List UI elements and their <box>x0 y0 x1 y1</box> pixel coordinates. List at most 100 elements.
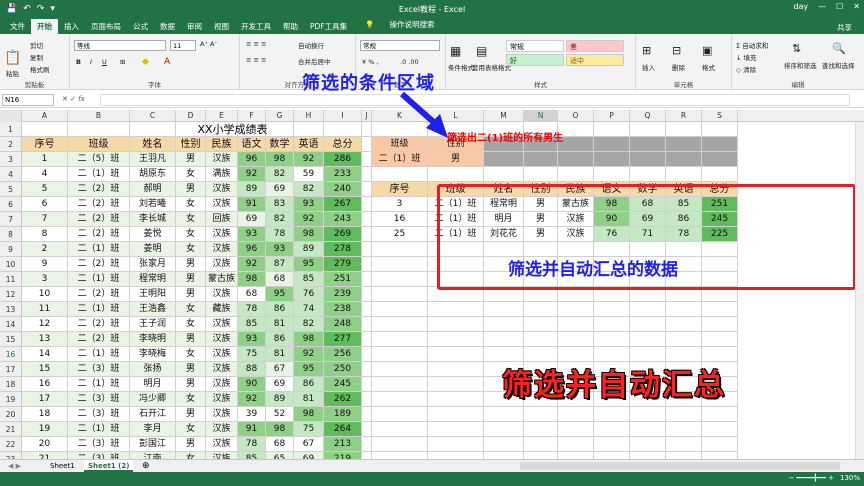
table-cell[interactable]: 69 <box>266 377 294 392</box>
grid-cell[interactable] <box>362 242 372 257</box>
table-cell[interactable]: 汉族 <box>206 257 238 272</box>
grid-cell[interactable] <box>702 422 738 437</box>
grid-cell[interactable] <box>702 122 738 137</box>
grid-cell[interactable] <box>666 332 702 347</box>
grid-cell[interactable] <box>666 317 702 332</box>
table-cell[interactable]: 8 <box>22 227 68 242</box>
row-header-12[interactable]: 12 <box>0 287 22 302</box>
table-cell[interactable]: 213 <box>324 437 362 452</box>
table-cell[interactable]: 程常明 <box>130 272 176 287</box>
maximize-icon[interactable]: ☐ <box>836 2 843 11</box>
table-cell[interactable]: 6 <box>22 197 68 212</box>
grid-cell[interactable] <box>372 167 428 182</box>
table-cell[interactable]: 85 <box>294 272 324 287</box>
grid-cell[interactable] <box>362 377 372 392</box>
grid-cell[interactable] <box>702 317 738 332</box>
grey-cell[interactable] <box>666 152 702 167</box>
table-cell[interactable]: 回族 <box>206 212 238 227</box>
table-cell[interactable]: 98 <box>238 272 266 287</box>
table-cell[interactable]: 59 <box>294 167 324 182</box>
table-cell[interactable]: 男 <box>176 272 206 287</box>
grid-cell[interactable] <box>594 407 630 422</box>
table-cell[interactable]: 男 <box>176 377 206 392</box>
grid-cell[interactable] <box>666 407 702 422</box>
result-cell[interactable]: 3 <box>372 197 428 212</box>
number-format-select[interactable]: 常规 <box>360 40 440 51</box>
table-cell[interactable]: 83 <box>266 197 294 212</box>
grid-cell[interactable] <box>558 302 594 317</box>
table-cell[interactable]: 二（2）班 <box>68 257 130 272</box>
grid-cell[interactable] <box>484 302 524 317</box>
table-cell[interactable]: 满族 <box>206 167 238 182</box>
row-header-3[interactable]: 3 <box>0 152 22 167</box>
table-cell[interactable]: 92 <box>238 167 266 182</box>
sort-filter-button[interactable]: 排序和筛选 <box>784 60 817 70</box>
row-header-4[interactable]: 4 <box>0 167 22 182</box>
grid-cell[interactable] <box>630 302 666 317</box>
row-header-8[interactable]: 8 <box>0 227 22 242</box>
grid-cell[interactable] <box>630 332 666 347</box>
table-cell[interactable]: 女 <box>176 167 206 182</box>
table-cell[interactable]: 82 <box>294 182 324 197</box>
row-header-1[interactable]: 1 <box>0 122 22 137</box>
table-cell[interactable]: 67 <box>266 362 294 377</box>
grid-cell[interactable] <box>362 437 372 452</box>
grid-cell[interactable] <box>594 317 630 332</box>
table-cell[interactable]: 王明阳 <box>130 287 176 302</box>
grid-cell[interactable] <box>558 332 594 347</box>
table-cell[interactable]: 82 <box>266 212 294 227</box>
delete-cells-icon[interactable]: ⊟ <box>672 44 681 57</box>
grid-cell[interactable] <box>524 302 558 317</box>
table-cell[interactable]: 二（1）班 <box>68 422 130 437</box>
grid-cell[interactable] <box>428 317 484 332</box>
grid-cell[interactable] <box>666 302 702 317</box>
table-cell[interactable]: 39 <box>238 407 266 422</box>
table-cell[interactable]: 78 <box>266 227 294 242</box>
grid-cell[interactable] <box>372 242 428 257</box>
share-button[interactable]: 共享 <box>831 20 858 35</box>
row-header-15[interactable]: 15 <box>0 332 22 347</box>
grid-cell[interactable] <box>594 122 630 137</box>
table-cell[interactable]: 汉族 <box>206 287 238 302</box>
table-cell[interactable]: 89 <box>238 182 266 197</box>
grid-cell[interactable] <box>702 332 738 347</box>
table-cell[interactable]: 张家月 <box>130 257 176 272</box>
table-cell[interactable]: 刘若曦 <box>130 197 176 212</box>
table-cell[interactable]: 85 <box>238 317 266 332</box>
table-cell[interactable]: 男 <box>176 407 206 422</box>
column-header-G[interactable]: G <box>266 110 294 122</box>
grid-cell[interactable] <box>362 392 372 407</box>
result-cell[interactable]: 16 <box>372 212 428 227</box>
table-cell[interactable]: 4 <box>22 167 68 182</box>
table-cell[interactable]: 男 <box>176 182 206 197</box>
table-header[interactable]: 性别 <box>176 137 206 152</box>
grid-cell[interactable] <box>524 407 558 422</box>
table-cell[interactable]: 男 <box>176 257 206 272</box>
table-cell[interactable]: 汉族 <box>206 242 238 257</box>
grey-cell[interactable] <box>484 152 524 167</box>
enter-icon[interactable]: ✓ <box>70 95 76 103</box>
table-cell[interactable]: 91 <box>238 197 266 212</box>
grid-cell[interactable] <box>702 407 738 422</box>
row-header-19[interactable]: 19 <box>0 392 22 407</box>
table-cell[interactable]: 3 <box>22 272 68 287</box>
criteria-value[interactable]: 二（1）班 <box>372 152 428 167</box>
wrap-text-button[interactable]: 自动换行 <box>298 40 324 50</box>
result-header[interactable]: 序号 <box>372 182 428 197</box>
table-cell[interactable]: 86 <box>266 332 294 347</box>
grid-cell[interactable] <box>594 332 630 347</box>
table-cell[interactable]: 74 <box>294 302 324 317</box>
column-header-S[interactable]: S <box>702 110 738 122</box>
grid-cell[interactable] <box>362 422 372 437</box>
tab-data[interactable]: 数据 <box>154 19 181 34</box>
grid-cell[interactable] <box>484 332 524 347</box>
table-cell[interactable]: 18 <box>22 407 68 422</box>
grid-cell[interactable] <box>630 317 666 332</box>
table-cell[interactable]: 彭国江 <box>130 437 176 452</box>
paste-button[interactable]: 粘贴 <box>6 68 19 78</box>
decimal-icon[interactable]: .0 .00 <box>400 58 419 66</box>
row-header-11[interactable]: 11 <box>0 272 22 287</box>
table-cell[interactable]: 李长城 <box>130 212 176 227</box>
grey-cell[interactable] <box>666 137 702 152</box>
merge-center-button[interactable]: 合并后居中 <box>298 56 331 66</box>
